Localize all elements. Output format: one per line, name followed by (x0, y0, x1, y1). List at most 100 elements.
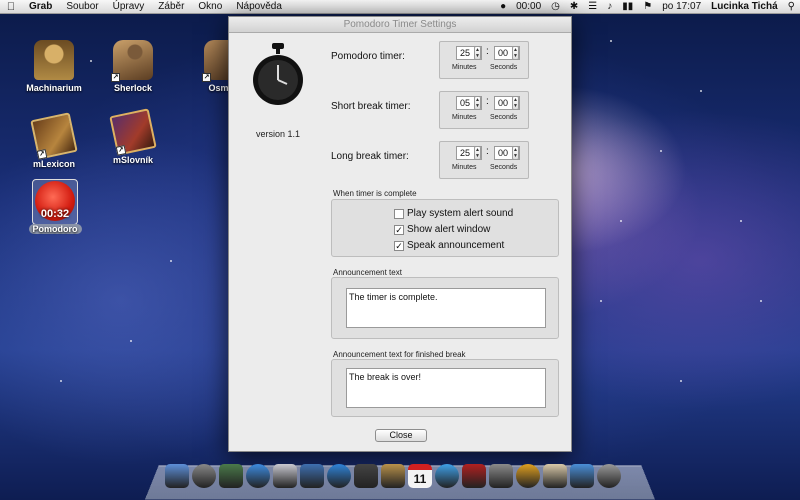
trash-icon[interactable] (597, 464, 621, 488)
pomodoro-icon-time: 00:32 (40, 208, 70, 220)
checkbox-box (394, 208, 404, 219)
desktop-icon-sherlock[interactable]: ↗ Sherlock (101, 40, 165, 93)
book-icon: ↗ (30, 112, 78, 160)
seconds-caption: Seconds (490, 164, 518, 171)
alias-arrow-icon: ↗ (111, 73, 120, 82)
chrome-icon[interactable] (516, 464, 540, 488)
dock: 11 (165, 464, 621, 492)
checkbox-label: Show alert window (407, 224, 491, 235)
seconds-stepper[interactable]: ▲ ▼ (512, 46, 519, 60)
play-sound-checkbox[interactable]: Play system alert sound (394, 208, 513, 219)
close-button[interactable]: Close (375, 429, 427, 442)
alias-arrow-icon: ↗ (202, 73, 211, 82)
minutes-caption: Minutes (452, 64, 477, 71)
seconds-caption: Seconds (490, 64, 518, 71)
desktop-icon-label: mLexicon (32, 159, 75, 169)
tomato-icon: 00:32 (35, 181, 75, 221)
seconds-caption: Seconds (490, 114, 518, 121)
short-break-timer-label: Short break timer: (331, 101, 411, 112)
battery-icon[interactable]: ▮▮ (617, 1, 638, 12)
safari-icon[interactable] (327, 464, 351, 488)
menu-user[interactable]: Lucinka Tichá (706, 1, 783, 12)
stopwatch-icon (253, 43, 303, 105)
menu-help[interactable]: Nápověda (229, 1, 289, 12)
menu-bar:  Grab Soubor Úpravy Záběr Okno Nápověda… (0, 0, 800, 14)
announcement-title: Announcement text (333, 268, 402, 277)
photobooth-icon[interactable] (462, 464, 486, 488)
checkmark-icon: ✓ (394, 224, 404, 235)
alias-arrow-icon: ↗ (115, 145, 127, 156)
volume-icon[interactable]: ♪ (602, 1, 617, 12)
desktop-icon-label: Sherlock (113, 83, 153, 93)
finder-icon[interactable] (165, 464, 189, 488)
rocket-icon[interactable] (192, 464, 216, 488)
minutes-stepper[interactable]: ▲ ▼ (474, 146, 481, 160)
sherlock-icon: ↗ (111, 40, 153, 82)
desktop-icon-label: Pomodoro (28, 224, 82, 234)
pomodoro-timer-label: Pomodoro timer: (331, 51, 405, 62)
itunes-icon[interactable] (435, 464, 459, 488)
flag-icon[interactable]: ⚑ (638, 1, 657, 12)
search-icon[interactable]: ⚲ (783, 1, 800, 12)
desktop-icon-pomodoro[interactable]: 00:32 Pomodoro (23, 181, 87, 234)
desktop-icon-mslovnik[interactable]: ↗ mSlovník (101, 108, 165, 165)
alias-arrow-icon: ↗ (36, 149, 48, 160)
photo-icon[interactable] (219, 464, 243, 488)
version-label: version 1.1 (255, 129, 301, 139)
preferences-icon[interactable] (489, 464, 513, 488)
settings-window: Pomodoro Timer Settings version 1.1 Pomo… (228, 16, 572, 452)
menu-edit[interactable]: Úpravy (106, 1, 152, 12)
status-timer[interactable]: 00:00 (511, 1, 546, 12)
calendar-icon[interactable]: 11 (408, 464, 432, 488)
camera-icon[interactable] (354, 464, 378, 488)
minutes-caption: Minutes (452, 114, 477, 121)
time-separator: : (486, 146, 489, 157)
timer-box: 05 ▲ ▼ : 00 ▲ ▼ Minutes Seconds (439, 91, 529, 129)
menu-app-grab[interactable]: Grab (22, 1, 59, 12)
apple-menu-icon[interactable]:  (0, 1, 22, 13)
mail-icon[interactable] (273, 464, 297, 488)
announcement-text-field[interactable]: The timer is complete. (346, 288, 546, 328)
window-title[interactable]: Pomodoro Timer Settings (229, 17, 571, 33)
menu-window[interactable]: Okno (191, 1, 229, 12)
minutes-stepper[interactable]: ▲ ▼ (474, 96, 481, 110)
wifi-icon[interactable]: ☰ (583, 1, 602, 12)
desktop-icon-machinarium[interactable]: Machinarium (22, 40, 86, 93)
menu-file[interactable]: Soubor (59, 1, 105, 12)
preview-icon[interactable] (300, 464, 324, 488)
checkbox-label: Play system alert sound (407, 208, 514, 219)
menu-clock[interactable]: po 17:07 (657, 1, 706, 12)
announcement-group: The timer is complete. (331, 277, 559, 339)
book-icon: ↗ (109, 108, 157, 156)
minutes-caption: Minutes (452, 164, 477, 171)
break-announcement-title: Announcement text for finished break (333, 350, 466, 359)
seconds-stepper[interactable]: ▲ ▼ (512, 96, 519, 110)
complete-options-group: Play system alert sound ✓ Show alert win… (331, 199, 559, 257)
time-separator: : (486, 46, 489, 57)
timer-box: 25 ▲ ▼ : 00 ▲ ▼ Minutes Seconds (439, 141, 529, 179)
show-alert-checkbox[interactable]: ✓ Show alert window (394, 224, 490, 235)
machinarium-icon (34, 40, 74, 80)
desktop-icon-label: mSlovník (112, 155, 153, 165)
break-text-field[interactable]: The break is over! (346, 368, 546, 408)
time-machine-icon[interactable]: ◷ (546, 1, 565, 12)
appstore-icon[interactable] (246, 464, 270, 488)
time-separator: : (486, 96, 489, 107)
documents-icon[interactable] (543, 464, 567, 488)
complete-group-title: When timer is complete (333, 189, 417, 198)
minutes-stepper[interactable]: ▲ ▼ (474, 46, 481, 60)
break-announcement-group: The break is over! (331, 359, 559, 417)
seconds-stepper[interactable]: ▲ ▼ (512, 146, 519, 160)
pomodoro-status-icon[interactable]: ● (495, 1, 511, 12)
checkmark-icon: ✓ (394, 240, 404, 251)
bluetooth-icon[interactable]: ✱ (565, 1, 583, 12)
desktop-icon-label: Machinarium (26, 83, 82, 93)
checkbox-label: Speak announcement (407, 240, 505, 251)
timer-box: 25 ▲ ▼ : 00 ▲ ▼ Minutes Seconds (439, 41, 529, 79)
contacts-icon[interactable] (381, 464, 405, 488)
downloads-icon[interactable] (570, 464, 594, 488)
menu-capture[interactable]: Záběr (151, 1, 191, 12)
long-break-timer-label: Long break timer: (331, 151, 409, 162)
desktop-icon-mlexicon[interactable]: ↗ mLexicon (22, 112, 86, 169)
speak-announcement-checkbox[interactable]: ✓ Speak announcement (394, 240, 504, 251)
